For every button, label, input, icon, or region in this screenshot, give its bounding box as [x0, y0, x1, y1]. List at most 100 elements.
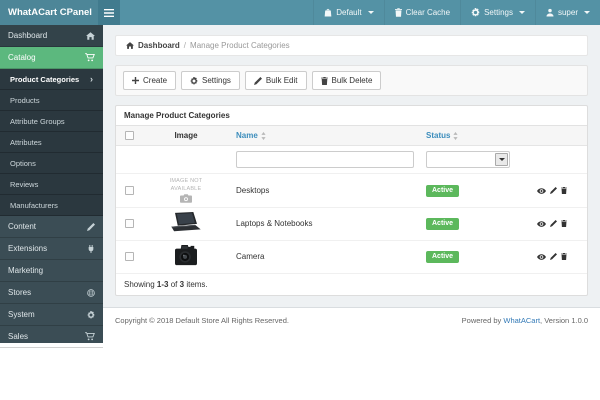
sidebar-subitem-options[interactable]: Options	[0, 153, 103, 174]
sidebar-item-catalog[interactable]: Catalog	[0, 47, 103, 69]
row-checkbox[interactable]	[125, 219, 134, 228]
sidebar-item-marketing[interactable]: Marketing	[0, 260, 103, 282]
row-checkbox[interactable]	[125, 252, 134, 261]
bulk-delete-button[interactable]: Bulk Delete	[312, 71, 382, 90]
view-button[interactable]	[537, 221, 546, 227]
status-filter-select[interactable]	[426, 151, 510, 168]
subitem-label: Attribute Groups	[10, 117, 65, 126]
summary-text: Showing	[124, 280, 155, 289]
brand-logo[interactable]: WhatACart CPanel	[0, 0, 98, 25]
whatacart-link[interactable]: WhatACart	[503, 316, 540, 325]
sidebar-item-extensions[interactable]: Extensions	[0, 238, 103, 260]
sidebar-item-content[interactable]: Content	[0, 216, 103, 238]
trash-icon	[321, 77, 328, 85]
powered-by-text: Powered by WhatACart, Version 1.0.0	[462, 316, 588, 325]
sidebar-item-label: Content	[8, 222, 36, 231]
column-header-name-label: Name	[236, 131, 258, 140]
sidebar-item-label: Dashboard	[8, 31, 47, 40]
name-filter-input[interactable]	[236, 151, 414, 168]
sidebar-toggle-button[interactable]	[98, 0, 120, 25]
store-dropdown-label: Default	[336, 8, 361, 17]
plus-icon	[132, 77, 139, 84]
summary-text: items.	[186, 280, 207, 289]
update-button[interactable]	[550, 253, 557, 260]
select-all-checkbox[interactable]	[125, 131, 134, 140]
update-button[interactable]	[550, 187, 557, 194]
sidebar-subitem-reviews[interactable]: Reviews	[0, 174, 103, 195]
clear-cache-label: Clear Cache	[406, 8, 450, 17]
trash-icon	[395, 8, 402, 17]
pencil-icon	[550, 220, 557, 227]
sidebar: Dashboard Catalog Product Categories Pro…	[0, 25, 103, 343]
settings-button[interactable]: Settings	[181, 71, 240, 90]
delete-button[interactable]	[561, 220, 567, 227]
pencil-icon	[550, 187, 557, 194]
caret-down-icon	[368, 11, 374, 14]
column-header-name-sort[interactable]: Name	[236, 131, 266, 140]
clear-cache-button[interactable]: Clear Cache	[384, 0, 460, 25]
cart-icon	[85, 53, 95, 62]
create-button[interactable]: Create	[123, 71, 176, 90]
trash-icon	[561, 220, 567, 227]
sidebar-item-stores[interactable]: Stores	[0, 282, 103, 304]
chevron-right-icon	[90, 75, 93, 84]
eye-icon	[537, 188, 546, 194]
sidebar-item-label: Extensions	[8, 244, 47, 253]
subitem-label: Product Categories	[10, 75, 79, 84]
sidebar-item-label: Marketing	[8, 266, 43, 275]
copyright-text: Copyright © 2018 Default Store All Right…	[115, 316, 289, 325]
create-button-label: Create	[143, 76, 167, 85]
sort-icon	[261, 132, 266, 140]
column-header-image: Image	[142, 126, 230, 146]
category-name-cell: Laptops & Notebooks	[230, 207, 420, 240]
sidebar-subitem-products[interactable]: Products	[0, 90, 103, 111]
update-button[interactable]	[550, 220, 557, 227]
category-name-cell: Desktops	[230, 174, 420, 207]
select-dropdown-button[interactable]	[495, 153, 508, 166]
grid-panel-title: Manage Product Categories	[116, 106, 587, 126]
subitem-label: Options	[10, 159, 36, 168]
delete-button[interactable]	[561, 187, 567, 194]
view-button[interactable]	[537, 254, 546, 260]
delete-button[interactable]	[561, 253, 567, 260]
view-button[interactable]	[537, 188, 546, 194]
bulk-edit-button[interactable]: Bulk Edit	[245, 71, 307, 90]
toolbar: Create Settings Bulk Edit Bulk Delete	[115, 65, 588, 96]
store-dropdown[interactable]: Default	[313, 0, 383, 25]
sidebar-subitem-attribute-groups[interactable]: Attribute Groups	[0, 111, 103, 132]
filter-row	[116, 146, 587, 174]
home-icon	[86, 32, 95, 40]
sidebar-subitem-product-categories[interactable]: Product Categories	[0, 69, 103, 90]
status-badge: Active	[426, 251, 459, 263]
subitem-label: Reviews	[10, 180, 38, 189]
pencil-icon	[254, 77, 262, 85]
version-text: , Version 1.0.0	[540, 316, 588, 325]
trash-icon	[561, 187, 567, 194]
subitem-label: Attributes	[10, 138, 42, 147]
pencil-icon	[550, 253, 557, 260]
sidebar-subitem-manufacturers[interactable]: Manufacturers	[0, 195, 103, 216]
page-footer: Copyright © 2018 Default Store All Right…	[103, 307, 600, 343]
sidebar-item-label: Sales	[8, 332, 28, 341]
shopping-bag-icon	[324, 8, 332, 17]
sort-icon	[453, 132, 458, 140]
row-actions	[522, 220, 581, 227]
row-checkbox[interactable]	[125, 186, 134, 195]
user-dropdown[interactable]: super	[535, 0, 600, 25]
hamburger-icon	[104, 9, 114, 17]
sidebar-item-sales[interactable]: Sales	[0, 326, 103, 348]
sidebar-item-dashboard[interactable]: Dashboard	[0, 25, 103, 47]
settings-dropdown[interactable]: Settings	[460, 0, 535, 25]
camera-product-image	[173, 245, 199, 267]
sidebar-subitem-attributes[interactable]: Attributes	[0, 132, 103, 153]
settings-button-label: Settings	[202, 76, 231, 85]
summary-text: of	[171, 280, 178, 289]
summary-range: 1-3	[157, 280, 169, 289]
home-icon	[126, 42, 134, 49]
breadcrumb-home-link[interactable]: Dashboard	[138, 41, 180, 50]
sidebar-item-system[interactable]: System	[0, 304, 103, 326]
trash-icon	[561, 253, 567, 260]
status-badge: Active	[426, 185, 459, 197]
column-header-status-sort[interactable]: Status	[426, 131, 458, 140]
laptop-product-image	[169, 212, 203, 234]
